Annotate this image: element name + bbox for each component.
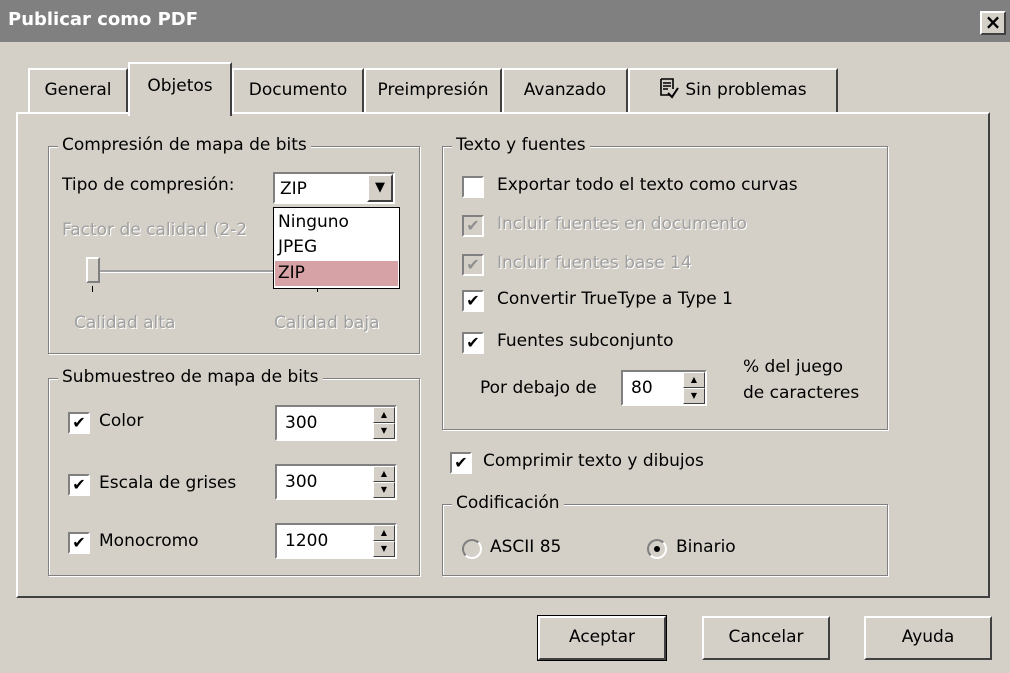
truetype-label: Convertir TrueType a Type 1 xyxy=(497,289,733,309)
quality-slider-thumb[interactable] xyxy=(86,257,100,283)
embed-fonts-label: Incluir fuentes en documento xyxy=(497,214,747,234)
option-zip[interactable]: ZIP xyxy=(275,261,398,286)
compression-type-list[interactable]: Ninguno JPEG ZIP xyxy=(273,207,400,289)
monochrome-resolution-spinner[interactable]: 1200 ▲ ▼ xyxy=(275,523,397,559)
grayscale-resolution-spinner[interactable]: 300 ▲ ▼ xyxy=(275,464,397,500)
chevron-down-icon[interactable]: ▼ xyxy=(367,174,393,202)
spin-down-icon[interactable]: ▼ xyxy=(373,482,395,498)
tab-documento[interactable]: Documento xyxy=(232,68,364,114)
charset-label-line1: % del juego xyxy=(743,357,844,377)
truetype-checkbox[interactable]: ✔ xyxy=(462,290,484,312)
close-icon: × xyxy=(984,10,1002,34)
compress-text-checkbox[interactable]: ✔ xyxy=(450,452,472,474)
option-ninguno[interactable]: Ninguno xyxy=(275,210,398,235)
spin-up-icon[interactable]: ▲ xyxy=(683,372,705,388)
ascii85-radio[interactable] xyxy=(462,539,482,559)
color-checkbox[interactable]: ✔ xyxy=(68,412,90,434)
spin-up-icon[interactable]: ▲ xyxy=(373,466,395,482)
cancel-button[interactable]: Cancelar xyxy=(702,616,830,660)
embed-fonts-checkbox[interactable]: ✔ xyxy=(462,215,484,237)
monochrome-label: Monocromo xyxy=(99,531,199,551)
spin-up-icon[interactable]: ▲ xyxy=(373,407,395,423)
grayscale-checkbox[interactable]: ✔ xyxy=(68,474,90,496)
color-resolution-spinner[interactable]: 300 ▲ ▼ xyxy=(275,405,397,441)
document-check-icon xyxy=(660,78,680,99)
subset-fonts-label: Fuentes subconjunto xyxy=(497,331,674,351)
binary-radio[interactable] xyxy=(647,539,667,559)
tab-general[interactable]: General xyxy=(28,68,128,114)
window-title: Publicar como PDF xyxy=(8,9,199,30)
bitmap-compression-legend: Compresión de mapa de bits xyxy=(58,135,311,155)
title-bar: Publicar como PDF xyxy=(0,0,1010,42)
compress-text-label: Comprimir texto y dibujos xyxy=(483,451,704,471)
tab-sin-problemas[interactable]: Sin problemas xyxy=(628,68,838,114)
grayscale-label: Escala de grises xyxy=(99,473,237,493)
help-button[interactable]: Ayuda xyxy=(864,616,992,660)
tab-preimpresion[interactable]: Preimpresión xyxy=(364,68,502,114)
close-button[interactable]: × xyxy=(980,11,1006,35)
color-label: Color xyxy=(99,411,144,431)
high-quality-label: Calidad alta xyxy=(74,313,176,333)
binary-label: Binario xyxy=(676,537,736,557)
subset-threshold-spinner[interactable]: 80 ▲ ▼ xyxy=(621,370,707,406)
bitmap-downsampling-legend: Submuestreo de mapa de bits xyxy=(58,367,323,387)
export-curves-checkbox[interactable] xyxy=(462,176,484,198)
charset-label-line2: de caracteres xyxy=(743,383,860,403)
below-label: Por debajo de xyxy=(480,378,597,398)
export-curves-label: Exportar todo el texto como curvas xyxy=(497,175,798,195)
base14-fonts-label: Incluir fuentes base 14 xyxy=(497,253,692,273)
compression-type-select[interactable]: ZIP ▼ xyxy=(273,172,395,204)
encoding-legend: Codificación xyxy=(452,493,564,513)
spin-down-icon[interactable]: ▼ xyxy=(373,423,395,439)
monochrome-checkbox[interactable]: ✔ xyxy=(68,532,90,554)
low-quality-label: Calidad baja xyxy=(274,313,380,333)
subset-fonts-checkbox[interactable]: ✔ xyxy=(462,332,484,354)
text-fonts-legend: Texto y fuentes xyxy=(452,135,590,155)
spin-up-icon[interactable]: ▲ xyxy=(373,525,395,541)
spin-down-icon[interactable]: ▼ xyxy=(373,541,395,557)
quality-factor-label: Factor de calidad (2-2 xyxy=(62,220,248,240)
spin-down-icon[interactable]: ▼ xyxy=(683,388,705,404)
ok-button[interactable]: Aceptar xyxy=(537,615,667,661)
ascii85-label: ASCII 85 xyxy=(490,537,562,557)
compression-type-label: Tipo de compresión: xyxy=(62,175,235,195)
slider-tick-left xyxy=(92,286,93,292)
option-jpeg[interactable]: JPEG xyxy=(275,235,398,260)
tab-objetos[interactable]: Objetos xyxy=(128,62,232,116)
tab-avanzado[interactable]: Avanzado xyxy=(502,68,628,114)
base14-fonts-checkbox[interactable]: ✔ xyxy=(462,254,484,276)
radio-selected-dot xyxy=(654,546,660,552)
